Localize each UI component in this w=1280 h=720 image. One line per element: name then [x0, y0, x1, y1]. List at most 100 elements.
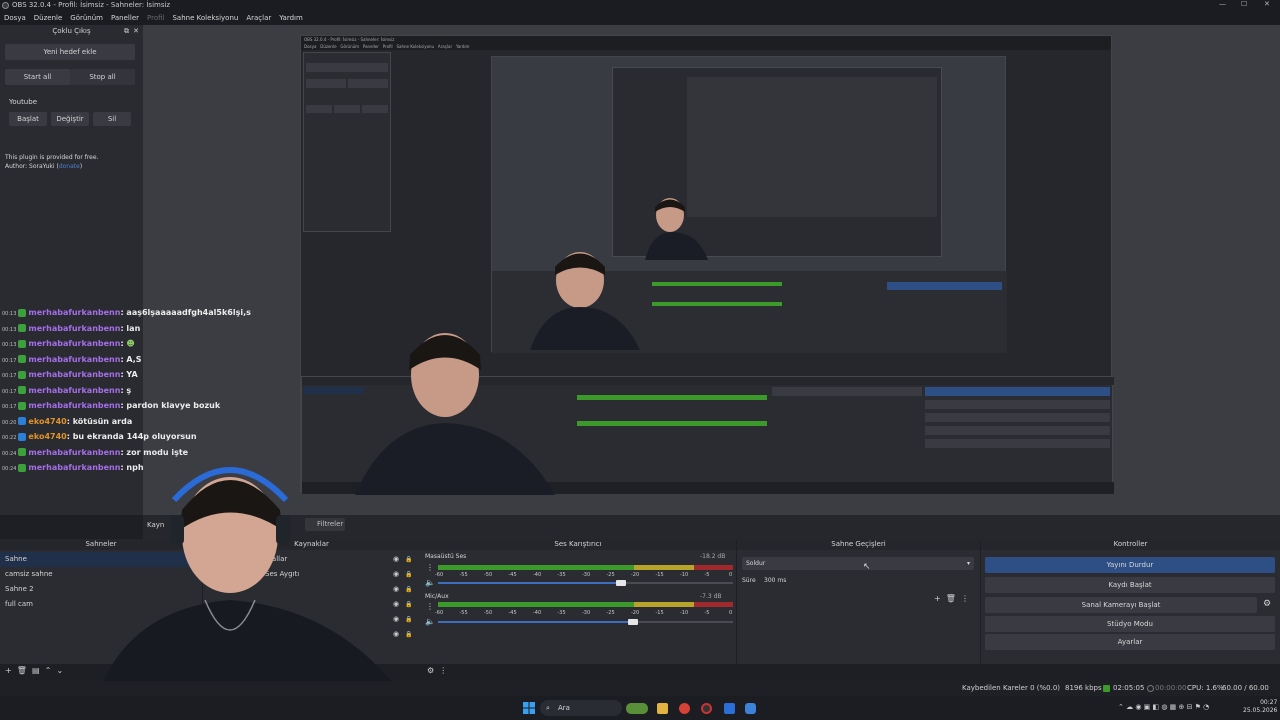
minimize-button[interactable]: — — [1219, 0, 1226, 11]
stop-stream-button[interactable]: Yayını Durdur — [985, 557, 1275, 573]
donate-link[interactable]: donate — [59, 163, 80, 170]
transition-select[interactable]: Soldur ▾ — [742, 557, 974, 570]
vcam-settings-gear-icon[interactable]: ⚙ — [1263, 599, 1271, 609]
menu-help[interactable]: Yardım — [279, 11, 303, 25]
meter-tick-label: -25 — [606, 572, 615, 578]
chat-badge-icon — [18, 370, 27, 379]
mixer-channel-name: Mic/Aux — [425, 593, 449, 600]
start-all-button[interactable]: Start all — [5, 69, 70, 85]
meter-tick-label: -5 — [704, 610, 710, 616]
mixer-menu-icon[interactable]: ⋮ — [426, 563, 434, 572]
tray-icons[interactable]: ⌃ ☁ ◉ ▣ ◧ ◍ ▦ ⊕ ⊟ ⚑ ◔ — [1118, 703, 1209, 711]
duration-value: 300 ms — [764, 577, 787, 584]
advanced-audio-icon[interactable]: ⚙ — [427, 666, 434, 675]
window-title: OBS 32.0.4 - Profil: İsimsiz - Sahneler:… — [12, 1, 171, 9]
volume-slider-mic[interactable] — [438, 619, 733, 625]
chat-timestamp: 00:13 — [2, 342, 17, 348]
add-scene-icon[interactable]: + — [5, 666, 12, 675]
clock-date: 25.05.2026 — [1243, 707, 1278, 714]
webcam-figure-tiny — [645, 198, 708, 260]
chat-timestamp: 00:17 — [2, 373, 17, 379]
chat-text: : aaş6lşaaaaadfgh4al5k6lşi,s — [120, 308, 251, 317]
chat-message: 00:17 merhabafurkanbenn: ş — [2, 383, 131, 398]
widgets-icon[interactable] — [626, 703, 648, 714]
chat-badge-icon — [18, 432, 27, 441]
captured-side-dock — [303, 52, 391, 232]
target-edit-button[interactable]: Değiştir — [51, 112, 89, 126]
meter-tick-label: 0 — [729, 610, 733, 616]
plugin-info-line: This plugin is provided for free. — [5, 154, 99, 161]
meter-tick-label: -45 — [508, 572, 517, 578]
move-down-icon[interactable]: ⌄ — [57, 666, 64, 675]
menu-edit[interactable]: Düzenle — [34, 11, 63, 25]
file-explorer-icon[interactable] — [657, 703, 668, 714]
transition-value: Soldur — [746, 560, 766, 567]
close-dock-icon[interactable]: ✕ — [133, 25, 139, 37]
windows-start-icon[interactable] — [523, 702, 535, 714]
chat-badge-icon — [18, 448, 27, 456]
steam-icon[interactable] — [745, 703, 756, 714]
add-transition-icon[interactable]: + — [934, 594, 941, 603]
transitions-dock-title: Sahne Geçişleri — [737, 539, 980, 550]
target-delete-button[interactable]: Sil — [93, 112, 131, 126]
meter-tick-label: -30 — [582, 572, 591, 578]
settings-button[interactable]: Ayarlar — [985, 634, 1275, 650]
meter-tick-label: -35 — [557, 610, 566, 616]
float-icon[interactable]: ⧉ — [124, 25, 129, 37]
taskbar-clock[interactable]: 00:27 25.05.2026 — [1243, 699, 1277, 715]
remove-transition-icon[interactable]: 🗑 — [946, 594, 956, 603]
chrome-icon[interactable] — [679, 703, 690, 714]
chat-badge-icon — [18, 463, 27, 472]
chat-message: 00:13 merhabafurkanbenn: lan — [2, 321, 140, 336]
close-window-button[interactable]: ✕ — [1264, 0, 1270, 11]
mixer-toolbar: ⚙ ⋮ — [427, 666, 447, 675]
chat-text: : bu ekranda 144p oluyorsun — [66, 432, 197, 441]
maximize-button[interactable]: ☐ — [1241, 0, 1247, 11]
menu-scene-collection[interactable]: Sahne Koleksiyonu — [172, 11, 238, 25]
meter-tick-label: -40 — [533, 610, 542, 616]
move-up-icon[interactable]: ⌃ — [45, 666, 52, 675]
start-vcam-button[interactable]: Sanal Kamerayı Başlat — [985, 597, 1257, 613]
controls-dock-title: Kontroller — [981, 539, 1280, 550]
remove-scene-icon[interactable]: 🗑 — [17, 666, 27, 675]
mixer-menu-icon[interactable]: ⋮ — [426, 602, 434, 611]
menu-file[interactable]: Dosya — [4, 11, 26, 25]
vscode-icon[interactable] — [724, 703, 735, 714]
speaker-icon[interactable]: 🔈 — [425, 617, 435, 626]
speaker-icon[interactable]: 🔈 — [425, 578, 435, 587]
menu-profile[interactable]: Profil — [147, 11, 164, 25]
transition-more-icon[interactable]: ⋮ — [961, 594, 969, 603]
dropped-frames: Kaybedilen Kareler 0 (%0.0) — [962, 684, 1061, 692]
mixer-more-icon[interactable]: ⋮ — [439, 666, 447, 675]
volume-slider-desktop[interactable] — [438, 580, 733, 586]
obs-logo-icon — [2, 2, 9, 9]
start-record-button[interactable]: Kaydı Başlat — [985, 577, 1275, 593]
chat-username: merhabafurkanbenn — [28, 339, 121, 348]
chat-timestamp: 00:20 — [2, 419, 17, 426]
scene-filters-icon[interactable]: ▤ — [32, 666, 40, 675]
chat-text: : pardon klavye bozuk — [120, 401, 221, 410]
chat-username: eko4740 — [28, 432, 67, 441]
mixer-channel-db: -18.2 dB — [700, 553, 726, 560]
plugin-author-text: Author: SoraYuki ( — [5, 163, 59, 170]
obs-taskbar-icon[interactable] — [701, 703, 712, 714]
duration-spinbox[interactable]: 300 ms — [760, 575, 974, 587]
chat-message: 00:22 eko4740: bu ekranda 144p oluyorsun — [2, 429, 197, 444]
meter-tick-label: -60 — [435, 610, 444, 616]
taskbar-search[interactable]: ⌕ Ara — [540, 700, 622, 716]
chat-message: 00:13 merhabafurkanbenn: aaş6lşaaaaadfgh4… — [2, 305, 251, 320]
chat-text: : YA — [120, 370, 138, 379]
chat-timestamp: 00:22 — [2, 435, 17, 441]
chevron-down-icon: ▾ — [966, 560, 970, 567]
menu-tools[interactable]: Araçlar — [246, 11, 271, 25]
studio-mode-button[interactable]: Stüdyo Modu — [985, 616, 1275, 632]
add-target-button[interactable]: Yeni hedef ekle — [5, 44, 135, 60]
stop-all-button[interactable]: Stop all — [70, 69, 135, 85]
target-start-button[interactable]: Başlat — [9, 112, 47, 126]
title-bar: OBS 32.0.4 - Profil: İsimsiz - Sahneler:… — [0, 0, 1280, 11]
meter-tick-label: -30 — [582, 610, 591, 616]
meter-tick-label: -40 — [533, 572, 542, 578]
menu-view[interactable]: Görünüm — [70, 11, 103, 25]
meter-tick-label: -10 — [680, 610, 689, 616]
menu-docks[interactable]: Paneller — [111, 11, 139, 25]
